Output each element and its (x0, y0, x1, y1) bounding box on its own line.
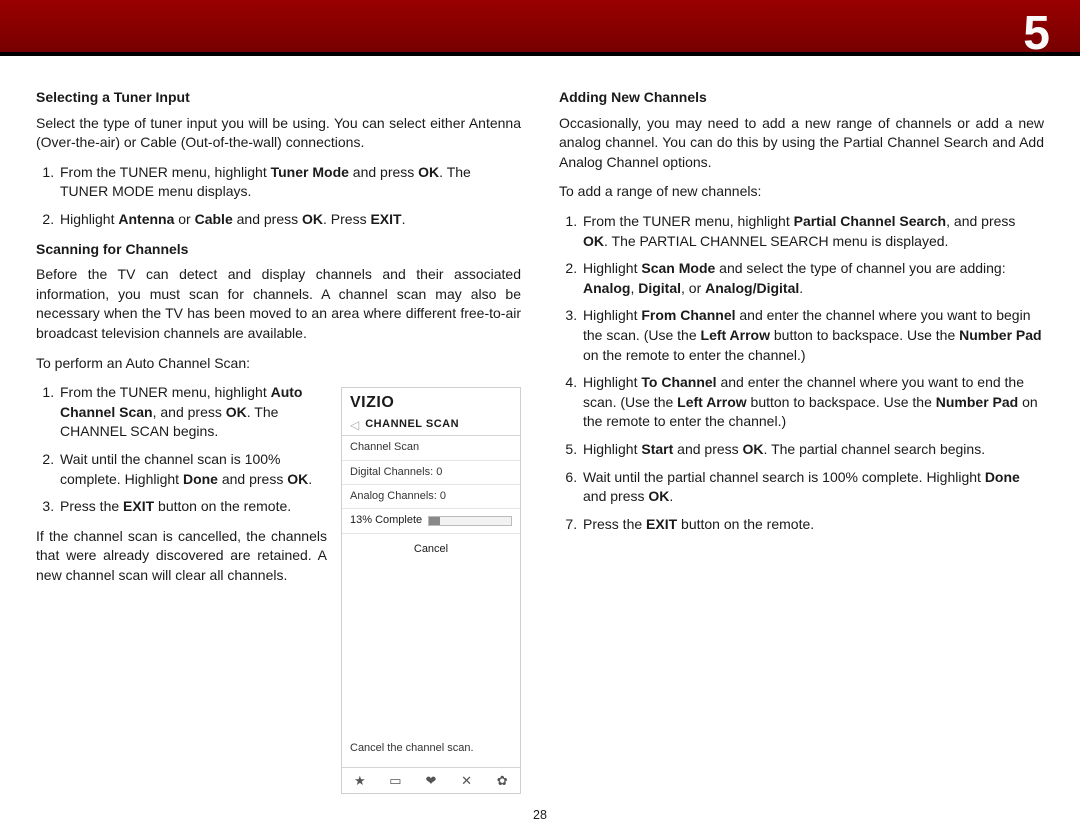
list-item: From the TUNER menu, highlight Auto Chan… (58, 383, 327, 442)
list-item: Press the EXIT button on the remote. (581, 515, 1044, 535)
back-icon: ◁ (350, 417, 359, 434)
list-item: Highlight Scan Mode and select the type … (581, 259, 1044, 298)
para-add-lead: To add a range of new channels: (559, 182, 1044, 202)
column-left: Selecting a Tuner Input Select the type … (36, 80, 521, 794)
fig-title: CHANNEL SCAN (365, 417, 459, 432)
para-add-intro: Occasionally, you may need to add a new … (559, 114, 1044, 173)
heading-adding-channels: Adding New Channels (559, 88, 1044, 108)
list-scanning: From the TUNER menu, highlight Auto Chan… (36, 383, 327, 517)
fig-progress-row: 13% Complete (342, 509, 520, 533)
list-item: Wait until the partial channel search is… (581, 468, 1044, 507)
fig-row-channel-scan: Channel Scan (342, 436, 520, 460)
list-item: From the TUNER menu, highlight Tuner Mod… (58, 163, 521, 202)
progress-bar (428, 516, 512, 526)
fig-row-digital: Digital Channels: 0 (342, 461, 520, 485)
fig-cancel: Cancel (342, 534, 520, 567)
list-adding-channels: From the TUNER menu, highlight Partial C… (559, 212, 1044, 534)
para-scanning-intro: Before the TV can detect and display cha… (36, 265, 521, 343)
para-scanning-lead: To perform an Auto Channel Scan: (36, 354, 521, 374)
list-item: From the TUNER menu, highlight Partial C… (581, 212, 1044, 251)
heading-scanning-channels: Scanning for Channels (36, 240, 521, 260)
fig-brand: VIZIO (342, 388, 520, 414)
figure-channel-scan-panel: VIZIO ◁ CHANNEL SCAN Channel Scan Digita… (341, 387, 521, 794)
list-item: Highlight To Channel and enter the chann… (581, 373, 1044, 432)
column-right: Adding New Channels Occasionally, you ma… (559, 80, 1044, 794)
list-item: Wait until the channel scan is 100% comp… (58, 450, 327, 489)
star-icon: ★ (342, 768, 378, 793)
fig-foot-text: Cancel the channel scan. (342, 735, 520, 766)
fig-iconbar: ★ ▭ ❤ ✕ ✿ (342, 767, 520, 793)
para-scan-cancel: If the channel scan is cancelled, the ch… (36, 527, 327, 586)
tv-icon: ▭ (378, 768, 414, 793)
fig-row-analog: Analog Channels: 0 (342, 485, 520, 509)
v-icon: ❤ (413, 768, 449, 793)
list-item: Highlight Antenna or Cable and press OK.… (58, 210, 521, 230)
chapter-band: 5 (0, 0, 1080, 52)
page-number: 28 (0, 807, 1080, 825)
heading-selecting-tuner: Selecting a Tuner Input (36, 88, 521, 108)
para-select-tuner: Select the type of tuner input you will … (36, 114, 521, 153)
fig-progress-label: 13% Complete (350, 513, 422, 528)
x-icon: ✕ (449, 768, 485, 793)
gear-icon: ✿ (484, 768, 520, 793)
list-item: Highlight From Channel and enter the cha… (581, 306, 1044, 365)
list-selecting-tuner: From the TUNER menu, highlight Tuner Mod… (36, 163, 521, 230)
list-item: Highlight Start and press OK. The partia… (581, 440, 1044, 460)
list-item: Press the EXIT button on the remote. (58, 497, 327, 517)
